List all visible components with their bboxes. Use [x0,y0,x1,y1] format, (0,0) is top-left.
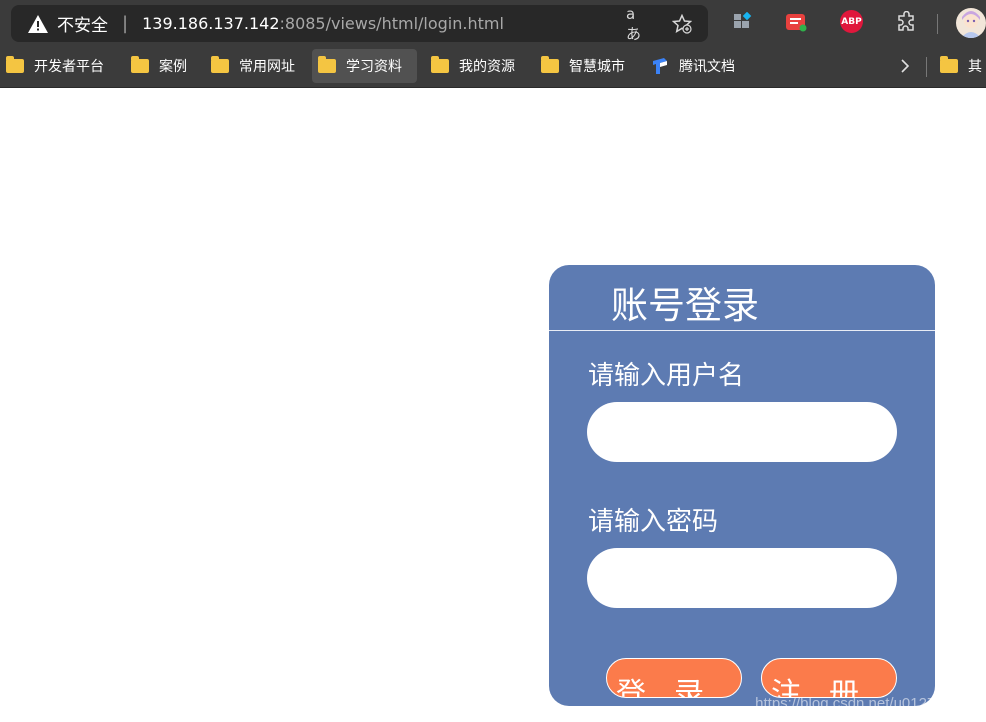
bookmark-folder-active[interactable]: 学习资料 [312,49,417,83]
folder-icon [211,56,229,73]
url-path: :8085/views/html/login.html [279,14,504,33]
address-divider: | [122,13,129,34]
notes-extension-icon[interactable] [784,10,808,34]
browser-toolbar: 不安全 | 139.186.137.142 :8085/views/html/l… [0,0,986,46]
username-label: 请输入用户名 [588,361,745,391]
bookmark-folder[interactable]: 智慧城市 [535,49,631,83]
bookmark-label: 我的资源 [459,59,515,75]
bookmark-link[interactable]: 腾讯文档 [645,49,741,83]
login-title: 账号登录 [611,284,759,327]
adblock-plus-icon[interactable]: ABP [840,10,863,33]
favorite-star-icon[interactable] [671,13,693,35]
address-bar[interactable]: 不安全 | 139.186.137.142 :8085/views/html/l… [11,5,708,43]
bookmark-folder-other[interactable]: 其 [934,49,986,83]
bookmark-folder[interactable]: 案例 [125,49,193,83]
tencent-docs-icon [653,58,667,74]
register-button[interactable]: 注册 [761,658,897,698]
password-input[interactable] [587,548,897,608]
title-divider [549,330,935,331]
folder-icon [318,56,336,73]
warning-icon [28,14,48,33]
bookmark-label: 其 [968,59,982,75]
translate-icon[interactable]: aあ [626,5,648,43]
bookmarks-overflow-chevron-icon[interactable] [893,49,917,83]
username-input[interactable] [587,402,897,462]
login-button[interactable]: 登录 [606,658,742,698]
login-panel: 账号登录 请输入用户名 请输入密码 登录 注册 [549,265,935,706]
folder-icon [431,56,449,73]
toolbar-divider [937,14,938,34]
folder-icon [541,56,559,73]
folder-icon [940,56,958,73]
bookmark-label: 案例 [159,59,187,75]
bookmark-label: 开发者平台 [34,59,104,75]
bookmark-label: 常用网址 [239,59,295,75]
bookmark-folder[interactable]: 常用网址 [205,49,301,83]
bookmarks-divider [926,57,927,77]
bookmark-label: 学习资料 [346,59,402,75]
folder-icon [6,56,24,73]
url-host: 139.186.137.142 [142,14,280,33]
bookmarks-bar: 开发者平台 案例 常用网址 学习资料 我的资源 智慧城市 腾讯文档 其 [0,46,986,88]
bookmark-folder[interactable]: 开发者平台 [0,49,110,83]
insecure-label[interactable]: 不安全 [57,11,108,36]
bookmark-label: 腾讯文档 [679,59,735,75]
bookmark-label: 智慧城市 [569,59,625,75]
extensions-puzzle-icon[interactable] [895,10,919,34]
collections-extension-icon[interactable] [730,10,754,34]
profile-avatar[interactable] [956,8,986,38]
watermark: https://blog.csdn.net/u012796085 [755,695,977,712]
folder-icon [131,56,149,73]
bookmark-folder[interactable]: 我的资源 [425,49,521,83]
password-label: 请输入密码 [588,507,719,537]
